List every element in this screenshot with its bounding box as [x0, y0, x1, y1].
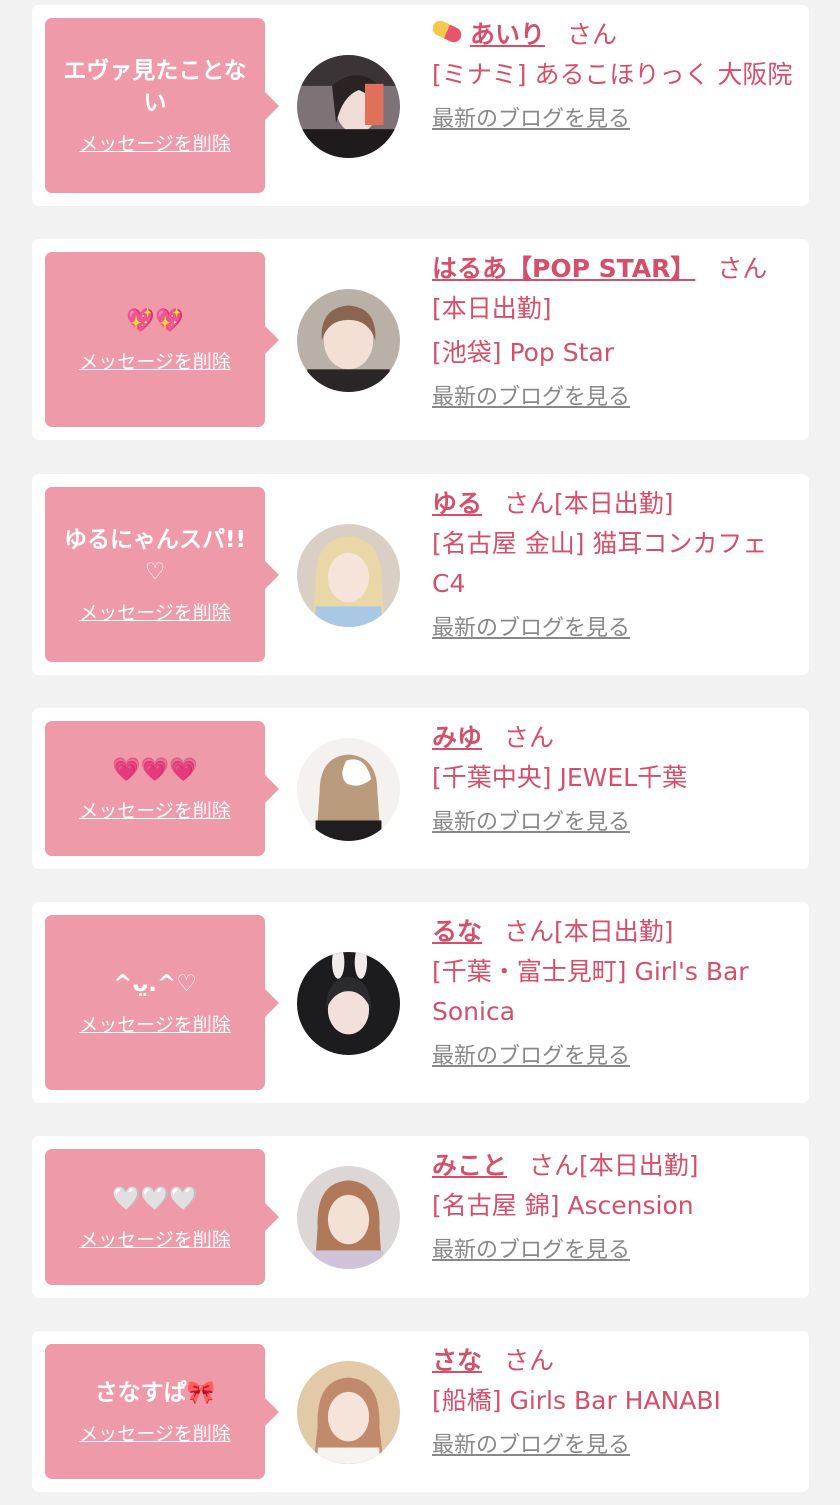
- shop-name: [船橋] Girls Bar HANABI: [432, 1386, 721, 1415]
- delete-message-button[interactable]: メッセージを削除: [79, 598, 231, 625]
- shop-name: [ミナミ] あるこほりっく 大阪院: [432, 60, 793, 89]
- message-bubble: 💗💗💗 メッセージを削除: [45, 721, 279, 856]
- message-text: 🤍🤍🤍: [112, 1185, 198, 1212]
- shop-name: [名古屋 金山] 猫耳コンカフェC4: [432, 529, 768, 598]
- status-label: [本日出勤]: [579, 1151, 699, 1180]
- favorite-card: さなすぱ🎀 メッセージを削除 さな さん [船橋] Girls Bar HANAB…: [32, 1331, 809, 1492]
- delete-message-button[interactable]: メッセージを削除: [79, 1419, 231, 1446]
- favorite-card: ゆるにゃんスパ!! ♡ メッセージを削除 ゆる さん[本日出勤] [名古屋 金山]…: [32, 474, 809, 675]
- message-text: 💗💗💗: [112, 757, 198, 783]
- message-text: エヴァ見たことない: [63, 58, 247, 116]
- status-label: [本日出勤]: [432, 294, 552, 323]
- honorific: さん: [504, 723, 555, 752]
- message-bubble: ゆるにゃんスパ!! ♡ メッセージを削除: [45, 487, 279, 662]
- honorific: さん: [567, 20, 618, 49]
- message-text: ^ᴗ̤.^♡: [113, 971, 197, 997]
- message-text: 💖💖: [126, 308, 184, 334]
- girl-name-link[interactable]: みゆ: [432, 723, 482, 752]
- message-bubble: さなすぱ🎀 メッセージを削除: [45, 1344, 279, 1479]
- status-label: [本日出勤]: [554, 489, 674, 518]
- girl-info: はるあ【POP STAR】 さん [本日出勤] [池袋] Pop Star 最新の…: [432, 249, 799, 415]
- honorific: さん: [529, 1151, 580, 1180]
- girl-info: あいり さん [ミナミ] あるこほりっく 大阪院 最新のブログを見る: [430, 15, 799, 137]
- delete-message-button[interactable]: メッセージを削除: [79, 1225, 231, 1252]
- girl-name-link[interactable]: あいり: [470, 20, 545, 49]
- avatar[interactable]: [297, 1166, 400, 1269]
- view-blog-link[interactable]: 最新のブログを見る: [432, 1040, 630, 1074]
- girl-info: みゆ さん [千葉中央] JEWEL千葉 最新のブログを見る: [432, 718, 799, 840]
- honorific: さん: [504, 1346, 555, 1375]
- view-blog-link[interactable]: 最新のブログを見る: [432, 1429, 630, 1463]
- avatar[interactable]: [297, 738, 400, 841]
- status-label: [本日出勤]: [554, 917, 674, 946]
- view-blog-link[interactable]: 最新のブログを見る: [432, 103, 630, 137]
- message-bubble: ^ᴗ̤.^♡ メッセージを削除: [45, 915, 279, 1090]
- view-blog-link[interactable]: 最新のブログを見る: [432, 1234, 630, 1268]
- girl-name-link[interactable]: るな: [432, 917, 482, 946]
- favorites-list: エヴァ見たことない メッセージを削除 あいり さん [ミナミ] あるこほりっく 大…: [0, 0, 840, 1505]
- shop-name: [千葉中央] JEWEL千葉: [432, 763, 688, 792]
- honorific: さん: [504, 489, 555, 518]
- delete-message-button[interactable]: メッセージを削除: [79, 347, 231, 374]
- delete-message-button[interactable]: メッセージを削除: [79, 1010, 231, 1037]
- honorific: さん: [717, 254, 768, 283]
- avatar[interactable]: [297, 1361, 400, 1464]
- girl-name-link[interactable]: ゆる: [432, 489, 482, 518]
- message-bubble: 💖💖 メッセージを削除: [45, 252, 279, 427]
- girl-name-link[interactable]: はるあ【POP STAR】: [432, 254, 695, 283]
- favorite-card: 💖💖 メッセージを削除 はるあ【POP STAR】 さん [本日出勤] [池袋] …: [32, 239, 809, 440]
- view-blog-link[interactable]: 最新のブログを見る: [432, 381, 630, 415]
- message-bubble: エヴァ見たことない メッセージを削除: [45, 18, 279, 193]
- girl-info: ゆる さん[本日出勤] [名古屋 金山] 猫耳コンカフェC4 最新のブログを見る: [432, 484, 799, 646]
- delete-message-button[interactable]: メッセージを削除: [79, 129, 231, 156]
- message-text: ゆるにゃんスパ!! ♡: [64, 527, 246, 585]
- favorite-card: 🤍🤍🤍 メッセージを削除 みこと さん[本日出勤] [名古屋 錦] Ascensi…: [32, 1136, 809, 1298]
- favorite-card: ^ᴗ̤.^♡ メッセージを削除 るな さん[本日出勤] [千葉・富士見町] Gir…: [32, 902, 809, 1103]
- avatar[interactable]: [297, 952, 400, 1055]
- girl-info: るな さん[本日出勤] [千葉・富士見町] Girl's Bar Sonica 最…: [432, 912, 799, 1074]
- girl-name-link[interactable]: みこと: [432, 1151, 507, 1180]
- view-blog-link[interactable]: 最新のブログを見る: [432, 612, 630, 646]
- message-text: さなすぱ🎀: [94, 1380, 216, 1406]
- honorific: さん: [504, 917, 555, 946]
- delete-message-button[interactable]: メッセージを削除: [79, 796, 231, 823]
- avatar[interactable]: [297, 524, 400, 627]
- favorite-card: エヴァ見たことない メッセージを削除 あいり さん [ミナミ] あるこほりっく 大…: [32, 5, 809, 206]
- shop-name: [池袋] Pop Star: [432, 338, 615, 367]
- girl-info: さな さん [船橋] Girls Bar HANABI 最新のブログを見る: [432, 1341, 799, 1463]
- girl-name-link[interactable]: さな: [432, 1346, 482, 1375]
- view-blog-link[interactable]: 最新のブログを見る: [432, 806, 630, 840]
- shop-name: [名古屋 錦] Ascension: [432, 1191, 694, 1220]
- pill-icon: [430, 18, 464, 45]
- message-bubble: 🤍🤍🤍 メッセージを削除: [45, 1149, 279, 1285]
- avatar[interactable]: [297, 289, 400, 392]
- favorite-card: 💗💗💗 メッセージを削除 みゆ さん [千葉中央] JEWEL千葉 最新のブログを…: [32, 708, 809, 869]
- girl-info: みこと さん[本日出勤] [名古屋 錦] Ascension 最新のブログを見る: [432, 1146, 799, 1268]
- avatar[interactable]: [297, 55, 400, 158]
- shop-name: [千葉・富士見町] Girl's Bar Sonica: [432, 957, 749, 1026]
